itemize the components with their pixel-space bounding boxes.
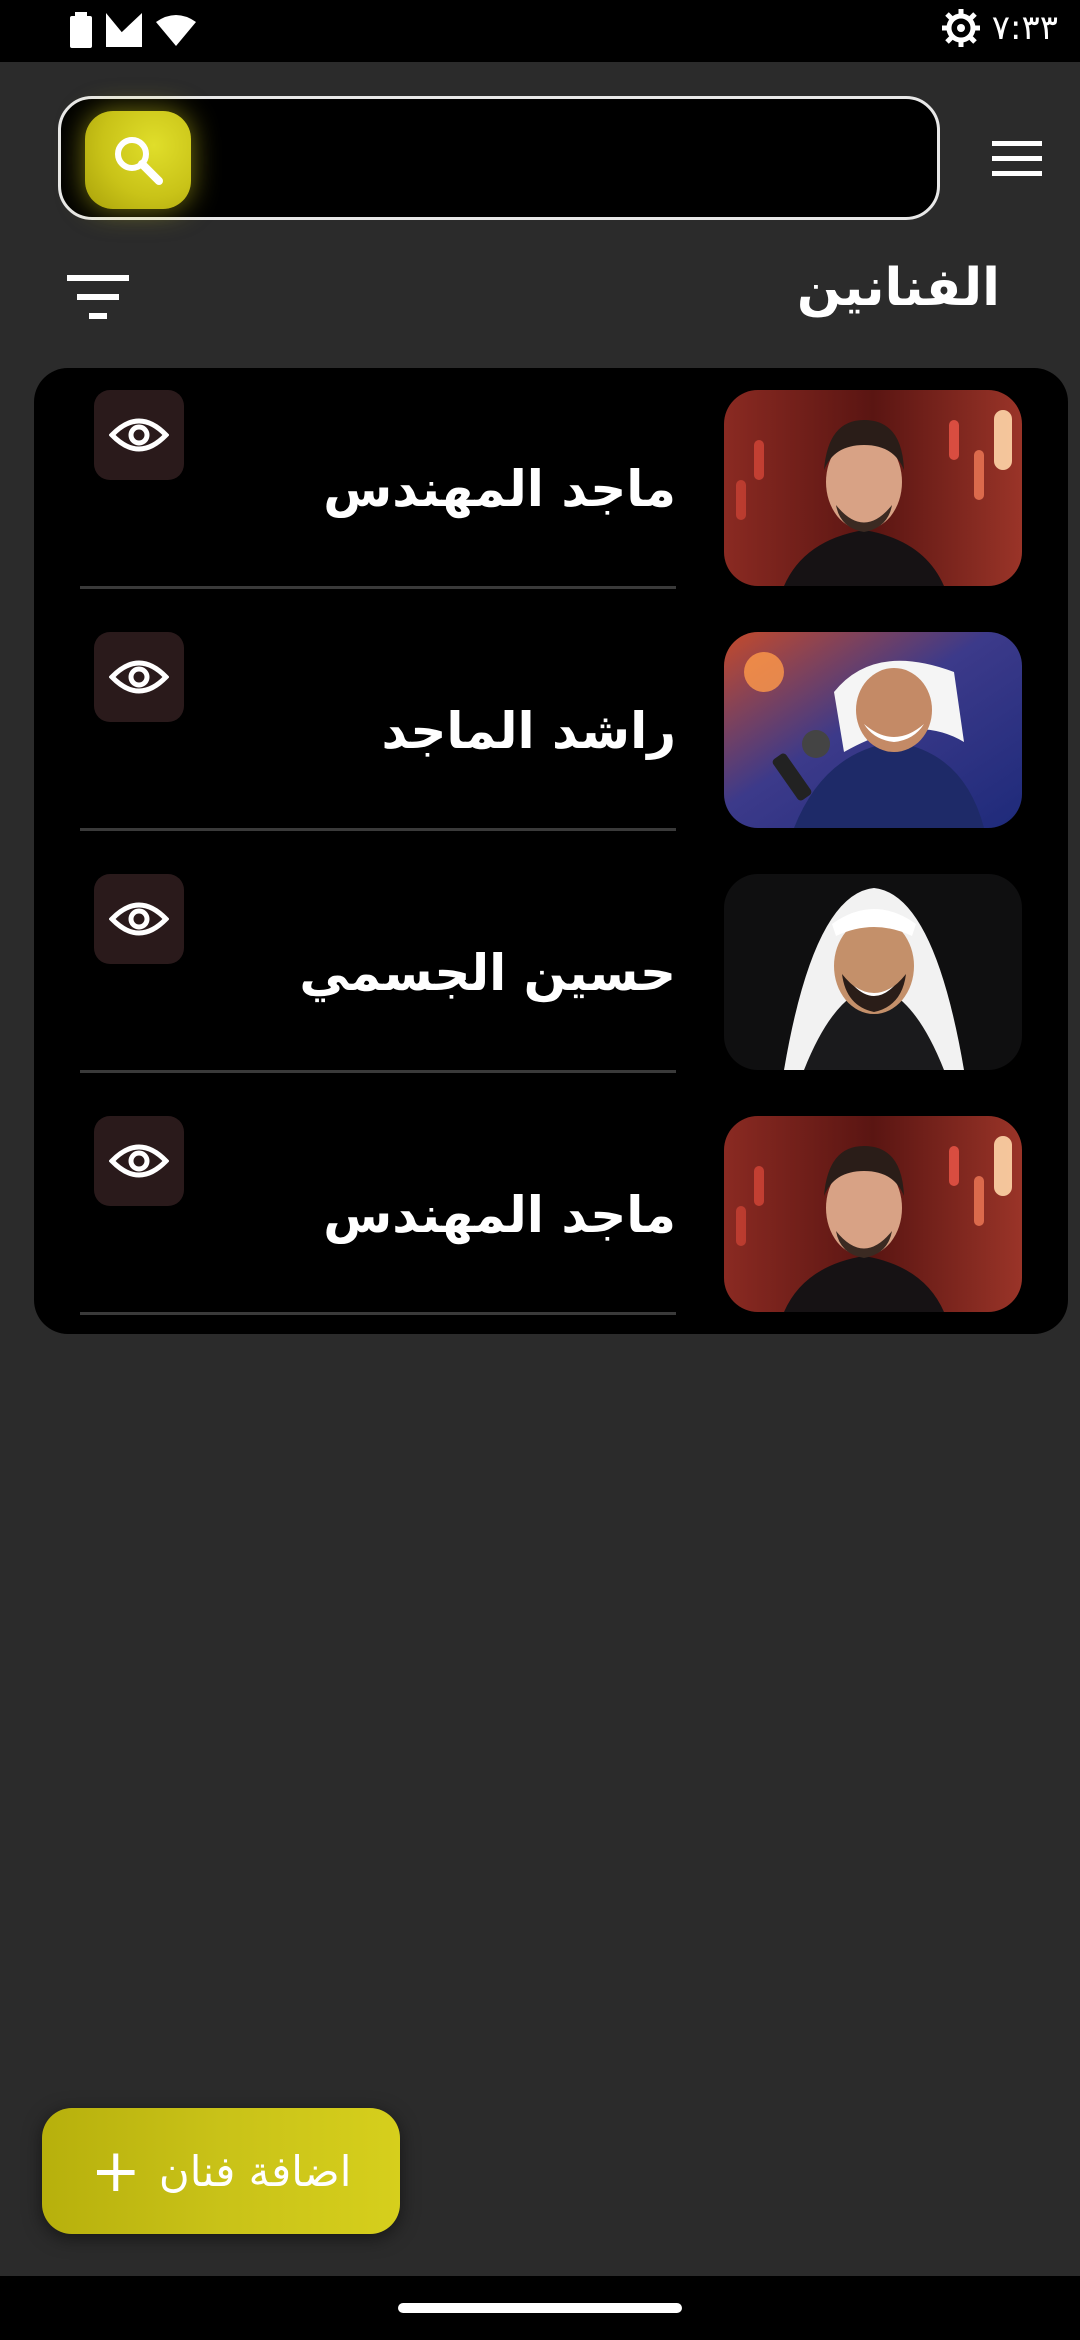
status-icons-right: ٧:٣٣	[941, 8, 1058, 48]
settings-gear-icon	[941, 9, 980, 47]
hamburger-menu-icon	[992, 141, 1042, 176]
artist-photo-majid[interactable]	[724, 390, 1022, 586]
view-button[interactable]	[94, 874, 184, 964]
signal-icon	[106, 13, 142, 47]
add-artist-label: اضافة فنان	[158, 2146, 352, 2196]
list-item[interactable]: راشد الماجد	[34, 610, 1068, 852]
view-button[interactable]	[94, 1116, 184, 1206]
top-toolbar	[0, 62, 1080, 252]
filter-icon	[67, 275, 129, 319]
eye-icon	[109, 660, 169, 694]
list-item[interactable]: حسين الجسمي	[34, 852, 1068, 1094]
page-header: الفنانين	[0, 240, 1080, 340]
row-divider	[80, 1070, 676, 1073]
artist-name: ماجد المهندس	[323, 460, 676, 518]
artist-photo-majid[interactable]	[724, 1116, 1022, 1312]
eye-icon	[109, 902, 169, 936]
status-time: ٧:٣٣	[991, 8, 1058, 48]
page-title: الفنانين	[796, 258, 1000, 318]
row-divider	[80, 586, 676, 589]
search-box[interactable]	[58, 96, 940, 220]
artist-name: حسين الجسمي	[299, 944, 676, 1002]
artist-photo-hussain[interactable]	[724, 874, 1022, 1070]
status-bar: ٧:٣٣	[0, 0, 1080, 62]
status-icons-left	[70, 12, 196, 48]
plus-icon: +	[90, 2136, 141, 2206]
eye-icon	[109, 418, 169, 452]
battery-icon	[70, 12, 92, 48]
row-divider	[80, 828, 676, 831]
list-item[interactable]: ماجد المهندس	[34, 368, 1068, 610]
list-item[interactable]: ماجد المهندس	[34, 1094, 1068, 1334]
artist-name: راشد الماجد	[381, 702, 676, 760]
home-indicator[interactable]	[398, 2303, 682, 2313]
eye-icon	[109, 1144, 169, 1178]
artist-photo-rashed[interactable]	[724, 632, 1022, 828]
search-button[interactable]	[85, 111, 191, 209]
add-artist-button[interactable]: اضافة فنان +	[42, 2108, 400, 2234]
artist-name: ماجد المهندس	[323, 1186, 676, 1244]
search-icon	[115, 137, 163, 185]
search-input[interactable]	[211, 109, 915, 211]
system-nav-bar	[0, 2276, 1080, 2340]
wifi-icon	[156, 15, 196, 46]
view-button[interactable]	[94, 632, 184, 722]
menu-button[interactable]	[980, 122, 1054, 196]
filter-button[interactable]	[60, 266, 136, 330]
view-button[interactable]	[94, 390, 184, 480]
row-divider	[80, 1312, 676, 1315]
artist-list: ماجد المهندس راشد الماجد حسين الجسمي ماج…	[34, 368, 1068, 1334]
